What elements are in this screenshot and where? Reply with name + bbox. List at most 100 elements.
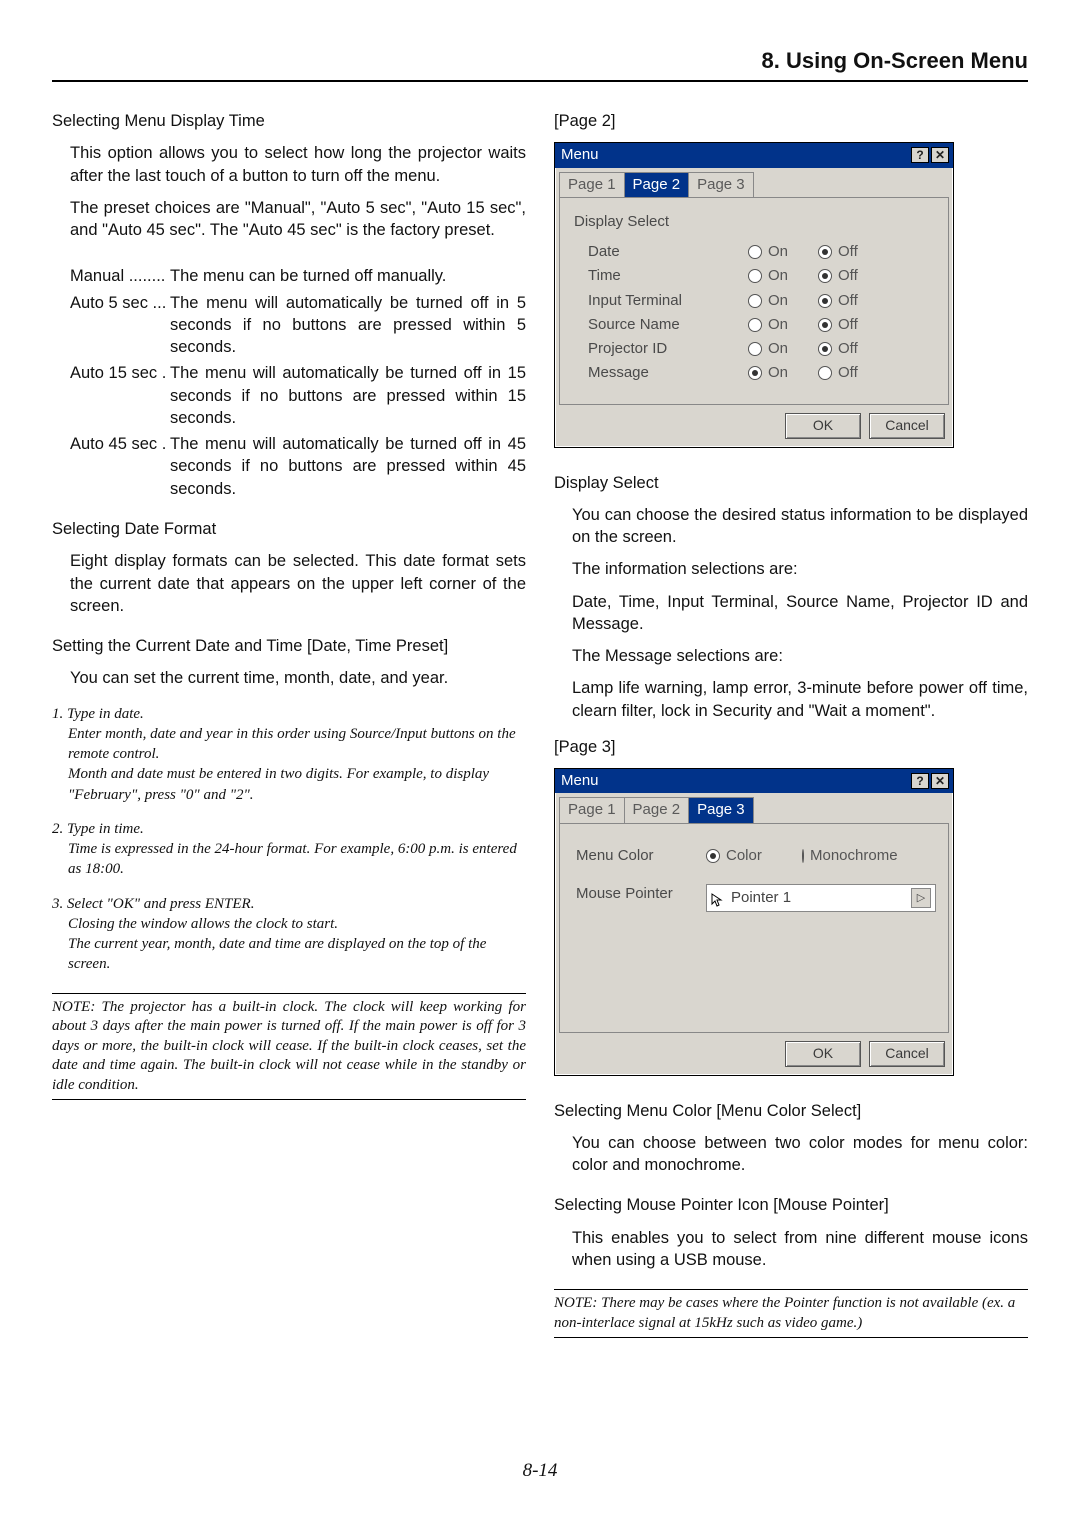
display-select-row: Message On Off	[572, 361, 936, 385]
display-select-row: Projector IDOnOff	[572, 337, 936, 361]
definition-desc: The menu can be turned off manually.	[170, 265, 526, 287]
radio-off-label: Off	[838, 339, 858, 359]
step: 1. Type in date.Enter month, date and ye…	[52, 704, 526, 805]
step-line: Enter month, date and year in this order…	[52, 724, 526, 765]
close-icon[interactable]: ✕	[931, 147, 949, 163]
tab-page-3[interactable]: Page 3	[688, 172, 754, 197]
display-select-item-label: Date	[588, 242, 748, 262]
mouse-pointer-value: Pointer 1	[731, 888, 791, 908]
para-menu-color: You can choose between two color modes f…	[554, 1132, 1028, 1177]
para-ds-4: The Message selections are:	[554, 645, 1028, 667]
mouse-pointer-select[interactable]: Pointer 1 ▷	[706, 884, 936, 912]
menu-dialog-page-3: Menu ? ✕ Page 1 Page 2 Page 3 Menu Color	[554, 768, 954, 1076]
radio-off[interactable]: Off	[818, 363, 888, 383]
radio-off[interactable]: Off	[818, 242, 888, 262]
tab-page-1[interactable]: Page 1	[559, 797, 625, 822]
tab-page-2[interactable]: Page 2	[624, 172, 690, 197]
right-column: [Page 2] Menu ? ✕ Page 1 Page 2 Page 3 D…	[554, 110, 1028, 1338]
display-select-row: Date On Off	[572, 240, 936, 264]
radio-off-label: Off	[838, 266, 858, 286]
definition-row: Auto 5 sec ...The menu will automaticall…	[52, 292, 526, 359]
running-header: 8. Using On-Screen Menu	[52, 48, 1028, 82]
step-number: 3. Select "OK" and press ENTER.	[52, 894, 526, 914]
radio-on[interactable]: On	[748, 266, 818, 286]
radio-monochrome[interactable]: Monochrome	[802, 846, 872, 866]
radio-off[interactable]: Off	[818, 266, 888, 286]
radio-color[interactable]: Color	[706, 846, 776, 866]
radio-on[interactable]: On	[748, 363, 818, 383]
caption-page-3: [Page 3]	[554, 736, 1028, 758]
radio-color-label: Color	[726, 846, 762, 866]
step-line: Time is expressed in the 24-hour format.…	[52, 839, 526, 880]
definition-desc: The menu will automatically be turned of…	[170, 433, 526, 500]
tab-page-2[interactable]: Page 2	[624, 797, 690, 822]
help-icon[interactable]: ?	[911, 773, 929, 789]
display-select-row: Input Terminal On Off	[572, 289, 936, 313]
tab-page-3[interactable]: Page 3	[688, 797, 754, 822]
definition-row: Auto 45 sec .The menu will automatically…	[52, 433, 526, 500]
radio-on-label: On	[768, 242, 788, 262]
radio-on[interactable]: On	[748, 291, 818, 311]
para-display-time-2: The preset choices are "Manual", "Auto 5…	[52, 197, 526, 242]
para-ds-5: Lamp life warning, lamp error, 3-minute …	[554, 677, 1028, 722]
para-date-time: You can set the current time, month, dat…	[52, 667, 526, 689]
radio-off-label: Off	[838, 315, 858, 335]
cancel-button[interactable]: Cancel	[869, 1041, 945, 1067]
chevron-right-icon[interactable]: ▷	[911, 888, 931, 908]
radio-on[interactable]: On	[748, 339, 818, 359]
radio-on-label: On	[768, 266, 788, 286]
radio-on[interactable]: On	[748, 242, 818, 262]
heading-display-select: Display Select	[554, 472, 1028, 494]
definition-row: Manual ........The menu can be turned of…	[52, 265, 526, 287]
definition-term: Auto 5 sec ...	[70, 292, 170, 314]
definition-term: Auto 15 sec .	[70, 362, 170, 384]
page-number: 8-14	[0, 1460, 1080, 1482]
display-select-row: Source NameOnOff	[572, 313, 936, 337]
radio-on-label: On	[768, 315, 788, 335]
left-column: Selecting Menu Display Time This option …	[52, 110, 526, 1338]
note-pointer: NOTE: There may be cases where the Point…	[554, 1289, 1028, 1338]
radio-off[interactable]: Off	[818, 291, 888, 311]
heading-date-time: Setting the Current Date and Time [Date,…	[52, 635, 526, 657]
radio-off-label: Off	[838, 291, 858, 311]
para-mouse-pointer: This enables you to select from nine dif…	[554, 1227, 1028, 1272]
help-icon[interactable]: ?	[911, 147, 929, 163]
step: 3. Select "OK" and press ENTER.Closing t…	[52, 894, 526, 975]
mouse-pointer-label: Mouse Pointer	[576, 884, 706, 912]
step: 2. Type in time.Time is expressed in the…	[52, 819, 526, 880]
definition-term: Auto 45 sec .	[70, 433, 170, 455]
step-line: The current year, month, date and time a…	[52, 934, 526, 975]
heading-display-time: Selecting Menu Display Time	[52, 110, 526, 132]
radio-off[interactable]: Off	[818, 339, 888, 359]
display-select-label: Display Select	[574, 212, 936, 232]
tab-page-1[interactable]: Page 1	[559, 172, 625, 197]
caption-page-2: [Page 2]	[554, 110, 1028, 132]
definition-desc: The menu will automatically be turned of…	[170, 292, 526, 359]
ok-button[interactable]: OK	[785, 1041, 861, 1067]
dialog-title: Menu	[561, 145, 599, 165]
radio-off-label: Off	[838, 242, 858, 262]
radio-on[interactable]: On	[748, 315, 818, 335]
menu-dialog-page-2: Menu ? ✕ Page 1 Page 2 Page 3 Display Se…	[554, 142, 954, 447]
display-select-item-label: Input Terminal	[588, 291, 748, 311]
radio-monochrome-label: Monochrome	[810, 846, 898, 866]
step-line: Month and date must be entered in two di…	[52, 764, 526, 805]
step-number: 1. Type in date.	[52, 704, 526, 724]
cancel-button[interactable]: Cancel	[869, 413, 945, 439]
display-select-item-label: Time	[588, 266, 748, 286]
definition-row: Auto 15 sec .The menu will automatically…	[52, 362, 526, 429]
definition-desc: The menu will automatically be turned of…	[170, 362, 526, 429]
cursor-icon	[711, 893, 725, 907]
radio-off[interactable]: Off	[818, 315, 888, 335]
heading-mouse-pointer: Selecting Mouse Pointer Icon [Mouse Poin…	[554, 1194, 1028, 1216]
radio-on-label: On	[768, 363, 788, 383]
heading-menu-color: Selecting Menu Color [Menu Color Select]	[554, 1100, 1028, 1122]
display-select-item-label: Message	[588, 363, 748, 383]
ok-button[interactable]: OK	[785, 413, 861, 439]
para-ds-1: You can choose the desired status inform…	[554, 504, 1028, 549]
dialog-title: Menu	[561, 771, 599, 791]
radio-off-label: Off	[838, 363, 858, 383]
radio-on-label: On	[768, 291, 788, 311]
close-icon[interactable]: ✕	[931, 773, 949, 789]
step-number: 2. Type in time.	[52, 819, 526, 839]
